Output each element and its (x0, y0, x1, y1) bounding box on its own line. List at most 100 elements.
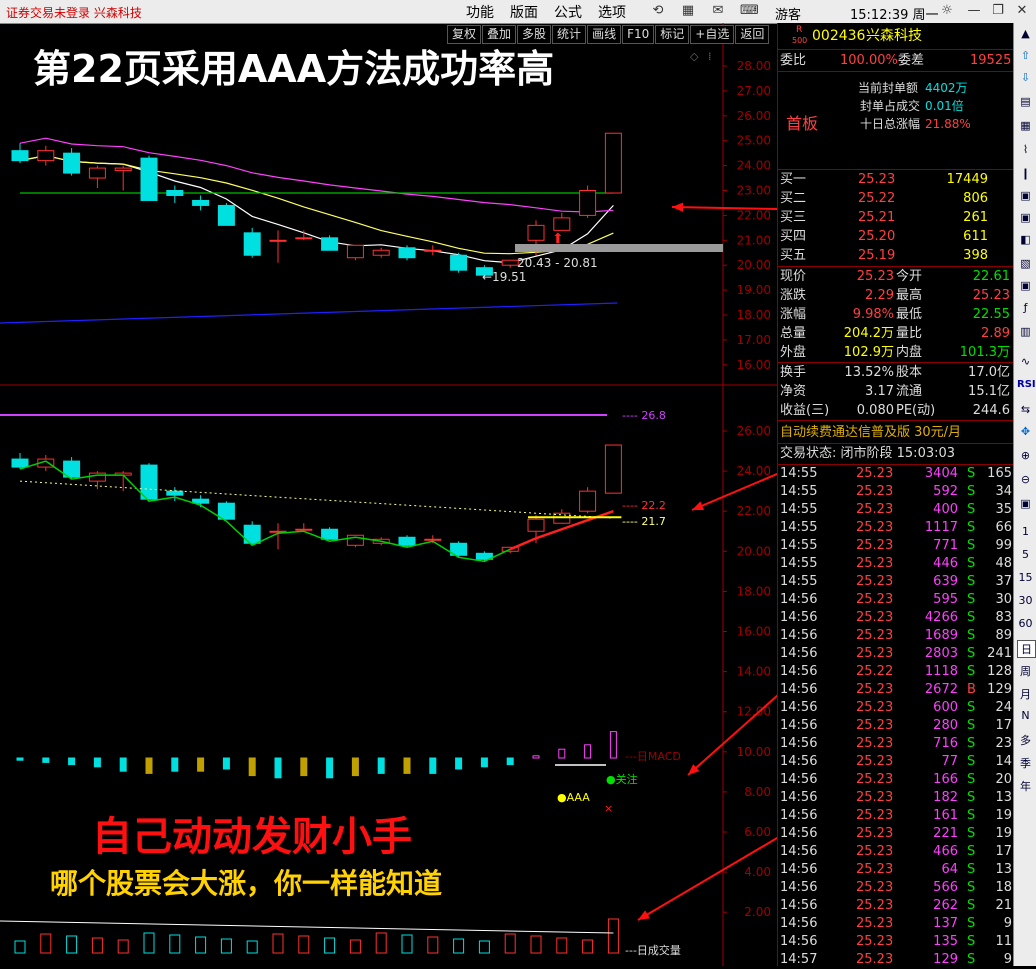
period-tab-多[interactable]: 多 (1017, 732, 1034, 748)
main-candle (192, 199, 210, 206)
promo-line-2: 哪个股票会大涨，你一样能知道 (50, 867, 443, 900)
minimize-icon[interactable]: — (966, 3, 982, 19)
ad-banner[interactable]: 自动续费通达信普及版 30元/月 (778, 423, 1014, 442)
tick-direction: S (967, 736, 976, 751)
stat-value: 22.61 (972, 269, 1010, 284)
toolbar-back-button[interactable]: 返回 (735, 25, 770, 44)
wave-icon[interactable]: ∿ (1017, 355, 1034, 368)
sec-candle (553, 512, 571, 524)
main-axis-tick: 17.00 (737, 333, 771, 347)
line-chart-icon[interactable]: ⌇ (1017, 143, 1034, 156)
tick-count: 9 (1003, 952, 1012, 967)
tick-price: 25.23 (856, 610, 894, 625)
tick-time: 14:55 (780, 502, 818, 517)
refresh-icon[interactable]: ⟲ (650, 3, 666, 19)
kline-icon[interactable]: ❙ (1017, 167, 1034, 180)
period-tab-季[interactable]: 季 (1017, 755, 1034, 771)
trade-state-row: 交易状态: 闭市阶段 15:03:03 (778, 444, 1014, 463)
period-tab-1[interactable]: 1 (1017, 525, 1034, 538)
period-tab-日[interactable]: 日 (1017, 640, 1036, 658)
toolbar-stats-button[interactable]: 统计 (552, 25, 587, 44)
period-tab-年[interactable]: 年 (1017, 778, 1034, 794)
toolbar-f10-button[interactable]: F10 (622, 25, 655, 44)
tick-direction: S (967, 862, 976, 877)
tick-time: 14:56 (780, 916, 818, 931)
close-icon[interactable]: ✕ (1014, 3, 1030, 19)
scroll-up-icon[interactable]: ▲ (1017, 27, 1034, 40)
tick-time: 14:56 (780, 862, 818, 877)
table-icon[interactable]: ▦ (1017, 119, 1034, 132)
sec-axis-tick: 8.00 (744, 785, 771, 799)
tick-count: 19 (995, 826, 1012, 841)
menu-function[interactable]: 功能 (466, 2, 494, 22)
menu-options[interactable]: 选项 (598, 2, 626, 22)
chart-type-icon[interactable]: ▤ (1017, 95, 1034, 108)
macd-bar (300, 757, 308, 777)
tick-volume: 771 (933, 538, 958, 553)
tick-direction: S (967, 700, 976, 715)
toolbar-watchlist-button[interactable]: +自选 (690, 25, 735, 44)
mail-icon[interactable]: ✉ (710, 3, 726, 19)
main-axis-tick: 21.00 (737, 233, 771, 247)
stat-label: 涨跌 (780, 288, 807, 303)
restore-icon[interactable]: ❐ (990, 3, 1006, 19)
rsi-icon[interactable]: RSI (1017, 379, 1036, 390)
formula-icon[interactable]: ƒ (1017, 301, 1034, 314)
tick-time: 14:56 (780, 808, 818, 823)
menu-formula[interactable]: 公式 (554, 2, 582, 22)
stat-label: 换手 (780, 365, 807, 380)
ad-text[interactable]: 自动续费通达信普及版 30元/月 (780, 423, 961, 442)
tick-count: 13 (995, 790, 1012, 805)
macd-bar (506, 757, 514, 766)
tick-direction: S (967, 916, 976, 931)
compare-icon[interactable]: ⇆ (1017, 403, 1034, 416)
calculator-icon[interactable]: ▦ (680, 3, 696, 19)
fullscreen-icon[interactable]: ▣ (1017, 497, 1034, 510)
stat-label: 收益(三) (780, 403, 830, 418)
bid-price: 25.20 (858, 229, 896, 244)
period-tab-15[interactable]: 15 (1017, 571, 1034, 584)
period-tab-60[interactable]: 60 (1017, 617, 1034, 630)
tick-direction: S (967, 772, 976, 787)
toolbar-mark-button[interactable]: 标记 (655, 25, 690, 44)
stat-label: 流通 (896, 384, 923, 399)
settings-icon[interactable]: ☼ (939, 3, 955, 19)
period-tab-N[interactable]: N (1017, 709, 1034, 722)
menu-layout[interactable]: 版面 (510, 2, 538, 22)
tick-volume: 639 (933, 574, 958, 589)
tick-volume: 595 (933, 592, 958, 607)
tick-row: 14:55 25.23 771 S 99 (778, 537, 1014, 555)
tick-count: 30 (995, 592, 1012, 607)
tick-direction: S (967, 844, 976, 859)
side-tab-bar: ▲ ⇧ ⇩ ▤ ▦ ⌇ ❙ ▣ ▣ ◧ ▧ ▣ ƒ ▥ ∿ RSI ⇆ ✥ ⊕ … (1013, 23, 1036, 966)
period-tab-30[interactable]: 30 (1017, 594, 1034, 607)
keyboard-icon[interactable]: ⌨ (740, 3, 759, 19)
f9-icon[interactable]: ▣ (1017, 189, 1034, 202)
zoom-in-icon[interactable]: ⊕ (1017, 449, 1034, 462)
tick-volume: 64 (941, 862, 958, 877)
tick-row: 14:56 25.23 716 S 23 (778, 735, 1014, 753)
period-tab-月[interactable]: 月 (1017, 686, 1034, 702)
news-icon[interactable]: ▧ (1017, 257, 1034, 270)
move-icon[interactable]: ✥ (1017, 425, 1034, 438)
info-icon[interactable]: ◧ (1017, 233, 1034, 246)
volume-bar (478, 940, 490, 954)
main-candle (398, 247, 416, 259)
period-tab-周[interactable]: 周 (1017, 663, 1034, 679)
stat-row: 涨幅 9.98% 最低 22.55 (778, 305, 1014, 324)
period-tab-5[interactable]: 5 (1017, 548, 1034, 561)
main-candle (140, 157, 158, 201)
tick-direction: S (967, 790, 976, 805)
tick-price: 25.23 (856, 844, 894, 859)
sec-candle (140, 464, 158, 500)
arrow-up-icon[interactable]: ⇧ (1017, 49, 1034, 62)
f10-icon[interactable]: ▣ (1017, 211, 1034, 224)
seal-amount-label: 当前封单额 (858, 81, 919, 95)
indicator-icon[interactable]: ▥ (1017, 325, 1034, 338)
zoom-out-icon[interactable]: ⊖ (1017, 473, 1034, 486)
tick-direction: S (967, 880, 976, 895)
main-candle (295, 237, 313, 240)
toolbar-draw-button[interactable]: 画线 (587, 25, 622, 44)
f2-icon[interactable]: ▣ (1017, 279, 1034, 292)
arrow-down-icon[interactable]: ⇩ (1017, 71, 1034, 84)
